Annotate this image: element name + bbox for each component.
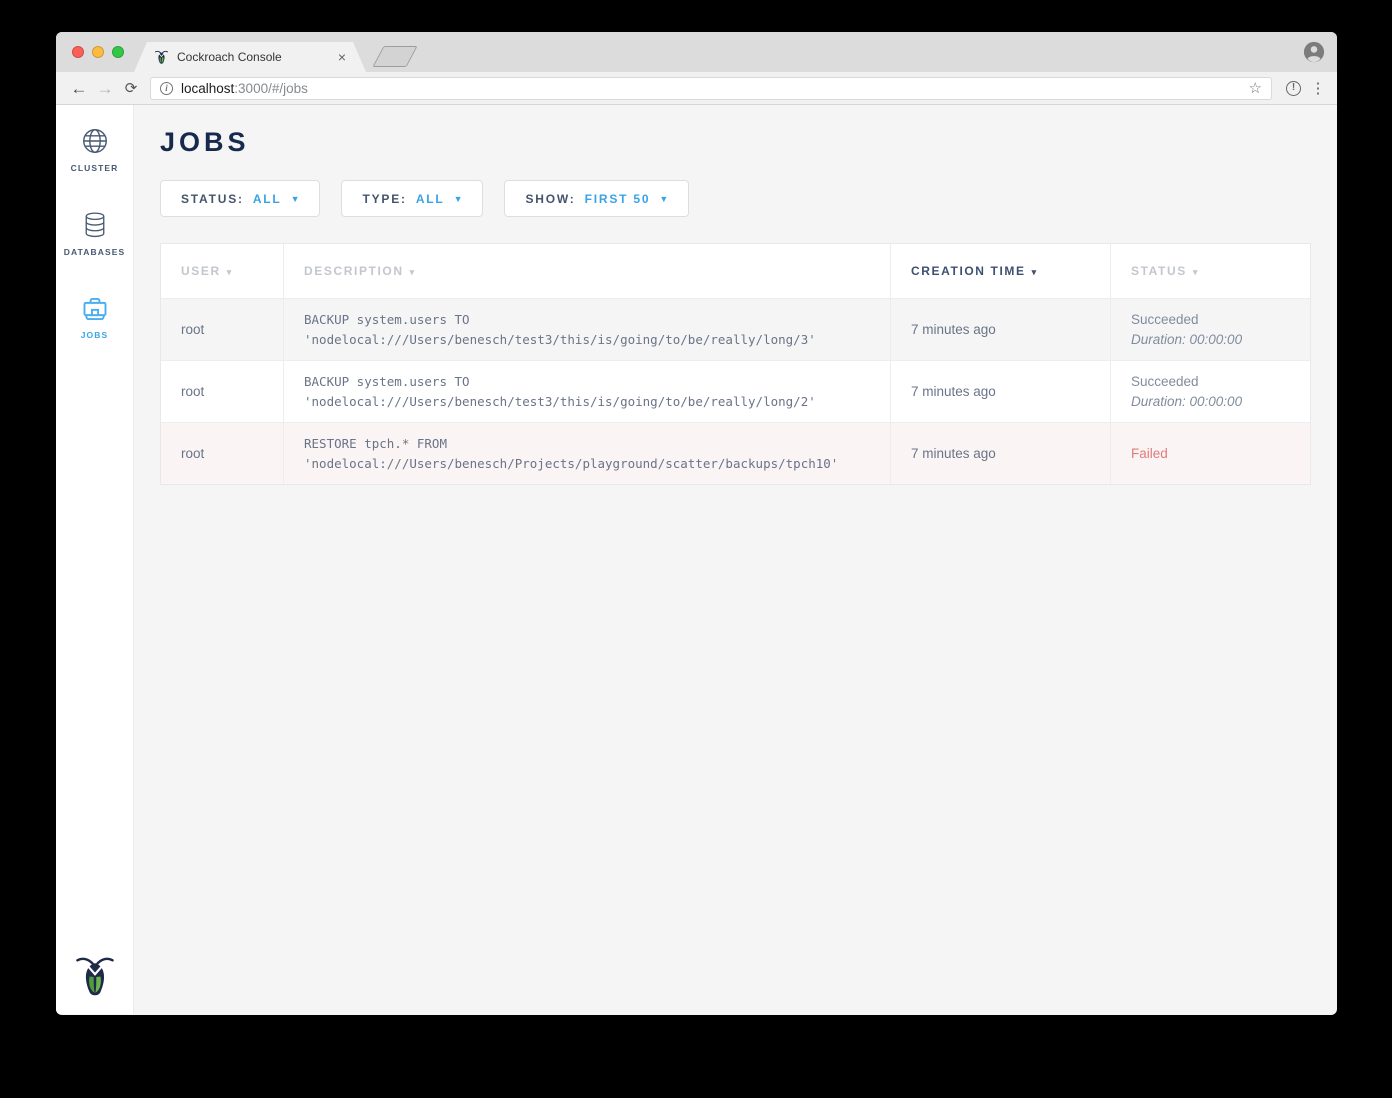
url-host: localhost bbox=[181, 81, 234, 96]
page-info-icon[interactable]: i bbox=[160, 82, 173, 95]
briefcase-icon bbox=[80, 295, 110, 323]
column-label: CREATION TIME bbox=[911, 264, 1026, 278]
sidebar: CLUSTER DATABASES bbox=[56, 105, 134, 1014]
sidebar-item-label: CLUSTER bbox=[71, 163, 119, 173]
sidebar-item-cluster[interactable]: CLUSTER bbox=[56, 109, 133, 189]
job-statement: RESTORE tpch.* FROM bbox=[304, 434, 890, 454]
traffic-lights bbox=[72, 46, 124, 58]
description-cell: BACKUP system.users TO 'nodelocal:///Use… bbox=[284, 361, 891, 422]
column-label: USER bbox=[181, 264, 221, 278]
job-statement: BACKUP system.users TO bbox=[304, 372, 890, 392]
filter-value: FIRST 50 bbox=[585, 192, 651, 206]
status-cell: Succeeded Duration: 00:00:00 bbox=[1111, 299, 1310, 360]
status-cell: Succeeded Duration: 00:00:00 bbox=[1111, 361, 1310, 422]
filter-label: SHOW: bbox=[525, 192, 575, 206]
cockroach-logo-icon bbox=[56, 952, 133, 1002]
table-header-row: USER ▾ DESCRIPTION ▾ CREATION TIME ▾ STA… bbox=[161, 244, 1310, 298]
url-text: localhost:3000/#/jobs bbox=[181, 81, 1249, 96]
url-bar[interactable]: i localhost:3000/#/jobs ☆ bbox=[150, 77, 1272, 100]
cockroach-console-app: CLUSTER DATABASES bbox=[56, 105, 1337, 1014]
user-cell: root bbox=[161, 299, 284, 360]
back-button[interactable]: ← bbox=[66, 80, 92, 97]
status-filter-dropdown[interactable]: STATUS: ALL ▼ bbox=[160, 180, 320, 217]
column-label: STATUS bbox=[1131, 264, 1187, 278]
table-row: root RESTORE tpch.* FROM 'nodelocal:///U… bbox=[161, 422, 1310, 484]
status-cell: Failed bbox=[1111, 423, 1310, 484]
sort-caret-icon: ▾ bbox=[1032, 265, 1038, 278]
close-window-button[interactable] bbox=[72, 46, 84, 58]
table-body: root BACKUP system.users TO 'nodelocal:/… bbox=[161, 298, 1310, 484]
filter-label: STATUS: bbox=[181, 192, 244, 206]
filter-bar: STATUS: ALL ▼ TYPE: ALL ▼ SHOW: FIRST 50… bbox=[160, 180, 1337, 217]
reload-button[interactable]: ⟳ bbox=[118, 81, 144, 96]
forward-button[interactable]: → bbox=[92, 80, 118, 97]
column-header-description[interactable]: DESCRIPTION ▾ bbox=[284, 244, 891, 298]
sidebar-item-label: DATABASES bbox=[64, 247, 126, 257]
sort-caret-icon: ▾ bbox=[227, 265, 233, 278]
table-row: root BACKUP system.users TO 'nodelocal:/… bbox=[161, 298, 1310, 360]
sort-caret-icon: ▾ bbox=[1193, 265, 1199, 278]
tab-close-icon[interactable]: × bbox=[338, 50, 346, 64]
description-cell: RESTORE tpch.* FROM 'nodelocal:///Users/… bbox=[284, 423, 891, 484]
show-filter-dropdown[interactable]: SHOW: FIRST 50 ▼ bbox=[504, 180, 689, 217]
url-path: :3000/#/jobs bbox=[234, 81, 308, 96]
column-header-user[interactable]: USER ▾ bbox=[161, 244, 284, 298]
column-header-creation-time[interactable]: CREATION TIME ▾ bbox=[891, 244, 1111, 298]
globe-icon bbox=[80, 126, 110, 156]
status-badge: Succeeded bbox=[1131, 310, 1310, 330]
filter-label: TYPE: bbox=[362, 192, 406, 206]
cockroach-favicon-icon bbox=[154, 49, 169, 66]
column-label: DESCRIPTION bbox=[304, 264, 404, 278]
job-duration: Duration: 00:00:00 bbox=[1131, 330, 1310, 350]
page-title: JOBS bbox=[160, 127, 1337, 158]
jobs-table: USER ▾ DESCRIPTION ▾ CREATION TIME ▾ STA… bbox=[160, 243, 1311, 485]
bookmark-star-icon[interactable]: ☆ bbox=[1249, 79, 1262, 97]
job-duration: Duration: 00:00:00 bbox=[1131, 392, 1310, 412]
sort-caret-icon: ▾ bbox=[410, 265, 416, 278]
extension-icon[interactable]: ! bbox=[1286, 81, 1301, 96]
chevron-down-icon: ▼ bbox=[454, 193, 463, 204]
creation-time-cell: 7 minutes ago bbox=[891, 423, 1111, 484]
sidebar-item-jobs[interactable]: JOBS bbox=[56, 277, 133, 357]
browser-tab-cockroach-console[interactable]: Cockroach Console × bbox=[134, 42, 366, 72]
database-icon bbox=[81, 210, 109, 240]
status-badge: Succeeded bbox=[1131, 372, 1310, 392]
job-statement: BACKUP system.users TO bbox=[304, 310, 890, 330]
chevron-down-icon: ▼ bbox=[291, 193, 300, 204]
column-header-status[interactable]: STATUS ▾ bbox=[1111, 244, 1310, 298]
sidebar-item-label: JOBS bbox=[81, 330, 109, 340]
browser-titlebar: Cockroach Console × bbox=[56, 32, 1337, 72]
type-filter-dropdown[interactable]: TYPE: ALL ▼ bbox=[341, 180, 483, 217]
sidebar-item-databases[interactable]: DATABASES bbox=[56, 193, 133, 273]
minimize-window-button[interactable] bbox=[92, 46, 104, 58]
chevron-down-icon: ▼ bbox=[659, 193, 668, 204]
description-cell: BACKUP system.users TO 'nodelocal:///Use… bbox=[284, 299, 891, 360]
job-target-path: 'nodelocal:///Users/benesch/test3/this/i… bbox=[304, 330, 890, 350]
creation-time-cell: 7 minutes ago bbox=[891, 299, 1111, 360]
zoom-window-button[interactable] bbox=[112, 46, 124, 58]
status-badge: Failed bbox=[1131, 444, 1310, 464]
jobs-page: JOBS STATUS: ALL ▼ TYPE: ALL ▼ SHOW: FIR… bbox=[134, 105, 1337, 1014]
table-row: root BACKUP system.users TO 'nodelocal:/… bbox=[161, 360, 1310, 422]
browser-window: Cockroach Console × ← → ⟳ i localhost:30… bbox=[56, 32, 1337, 1015]
user-cell: root bbox=[161, 361, 284, 422]
filter-value: ALL bbox=[416, 192, 445, 206]
filter-value: ALL bbox=[253, 192, 282, 206]
job-target-path: 'nodelocal:///Users/benesch/Projects/pla… bbox=[304, 454, 890, 474]
job-target-path: 'nodelocal:///Users/benesch/test3/this/i… bbox=[304, 392, 890, 412]
browser-menu-icon[interactable]: ⋮ bbox=[1309, 79, 1327, 97]
creation-time-cell: 7 minutes ago bbox=[891, 361, 1111, 422]
browser-toolbar: ← → ⟳ i localhost:3000/#/jobs ☆ ! ⋮ bbox=[56, 72, 1337, 105]
profile-avatar-icon[interactable] bbox=[1303, 41, 1325, 63]
tab-title: Cockroach Console bbox=[177, 50, 338, 64]
user-cell: root bbox=[161, 423, 284, 484]
new-tab-button[interactable] bbox=[372, 46, 417, 67]
